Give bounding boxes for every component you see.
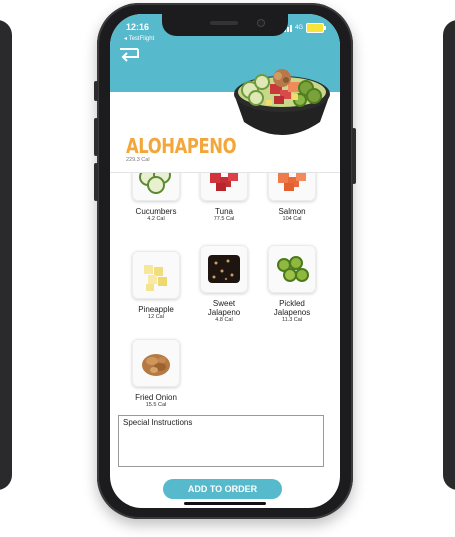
power-button [352,128,356,184]
ingredient-sweet-jalapeno[interactable]: Sweet Jalapeno 4.8 Cal [192,245,256,324]
app-screen: 12:16 ◂ TestFlight 4G ALOHAPENO 229.3 Ca… [110,14,340,508]
ingredient-calories: 4.8 Cal [215,317,233,323]
ingredient-name: Sweet Jalapeno [207,299,241,317]
ingredient-fried-onion[interactable]: Fried Onion 15.5 Cal [124,339,188,409]
status-time: 12:16 [126,22,150,32]
ingredient-pineapple[interactable]: Pineapple 12 Cal [124,251,188,321]
ingredient-name: Fried Onion [135,393,177,402]
ingredient-name: Pineapple [138,305,174,314]
ingredient-name: Pickled Jalapenos [273,299,311,317]
background-phone-right [443,20,455,490]
special-instructions-field[interactable]: Special Instructions [118,415,324,467]
ingredient-calories: 77.5 Cal [213,216,235,222]
add-to-order-button[interactable]: ADD TO ORDER [163,479,282,499]
product-title: ALOHAPENO [126,134,237,158]
background-phone-left [0,20,12,490]
ingredient-list: Cucumbers 4.2 Cal Tuna 77.5 Cal Salmon 1… [110,173,340,418]
network-label: 4G [294,25,303,31]
ingredient-tuna[interactable]: Tuna 77.5 Cal [192,173,256,223]
salmon-icon [268,173,316,201]
pineapple-icon [132,251,180,299]
ingredient-calories: 104 Cal [282,216,302,222]
ingredient-calories: 15.5 Cal [145,402,167,408]
ingredient-cucumbers[interactable]: Cucumbers 4.2 Cal [124,173,188,223]
poke-bowl-image [228,64,336,146]
special-instructions-label: Special Instructions [123,418,193,427]
volume-down-button [94,163,98,201]
ingredient-name: Salmon [278,207,306,216]
notch [162,14,288,36]
ingredient-name: Cucumbers [135,207,177,216]
camera [258,20,264,26]
battery-icon [306,23,326,33]
pickled-jalapeno-icon [268,245,316,293]
mute-switch [94,81,98,101]
ingredient-calories: 11.3 Cal [281,317,303,323]
ingredient-salmon[interactable]: Salmon 104 Cal [260,173,324,223]
volume-up-button [94,118,98,156]
ingredient-pickled-jalapenos[interactable]: Pickled Jalapenos 11.3 Cal [260,245,324,324]
fried-onion-icon [132,339,180,387]
ingredient-calories: 12 Cal [148,314,164,320]
back-arrow-icon[interactable] [118,46,140,62]
speaker [210,21,238,25]
sweet-jalapeno-icon [200,245,248,293]
home-indicator[interactable] [184,502,266,505]
ingredient-name: Tuna [215,207,233,216]
ingredient-calories: 4.2 Cal [147,216,165,222]
phone-frame: 12:16 ◂ TestFlight 4G ALOHAPENO 229.3 Ca… [94,3,356,519]
tuna-icon [200,173,248,201]
testflight-back-link[interactable]: ◂ TestFlight [124,35,154,42]
cucumber-icon [132,173,180,201]
